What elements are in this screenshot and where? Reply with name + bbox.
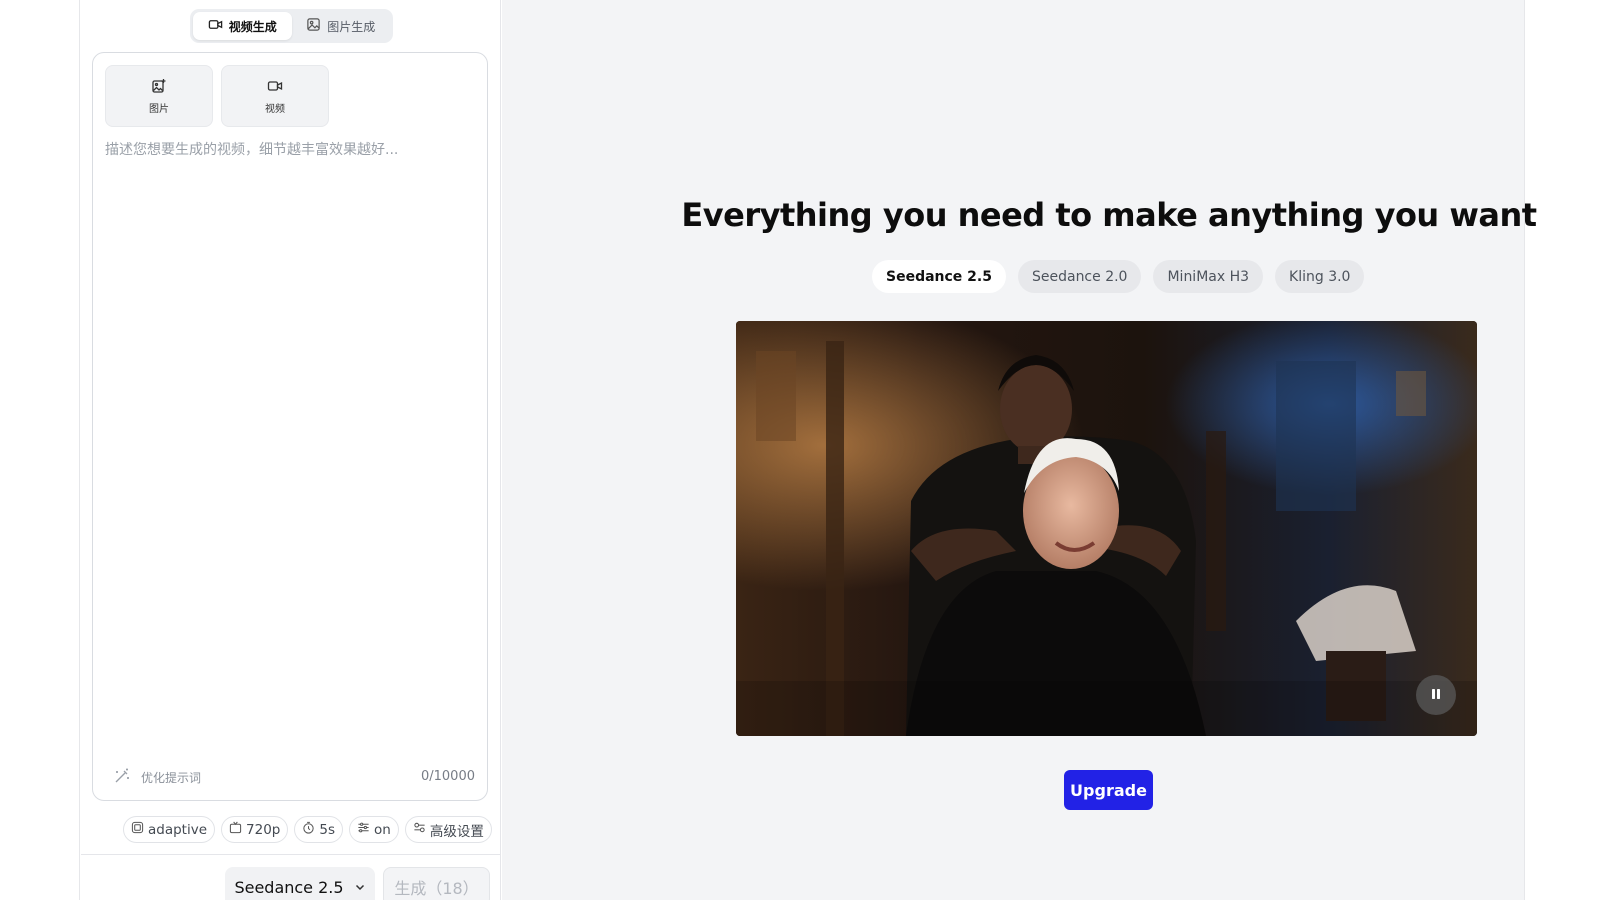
add-image-icon (151, 78, 167, 97)
upgrade-button[interactable]: Upgrade (1064, 770, 1153, 810)
tab-video-generation-label: 视频生成 (228, 19, 277, 34)
video-camera-icon (267, 78, 283, 97)
aspect-ratio-icon (131, 821, 144, 838)
audio-toggle-value: on (374, 821, 391, 838)
tab-image-generation-label: 图片生成 (327, 19, 376, 34)
model-tab-seedance-2-5[interactable]: Seedance 2.5 (872, 260, 1006, 293)
resolution-chip[interactable]: 720p (221, 816, 289, 843)
audio-toggle-chip[interactable]: on (349, 816, 399, 843)
model-tabs: Seedance 2.5 Seedance 2.0 MiniMax H3 Kli… (872, 260, 1365, 293)
aspect-ratio-value: adaptive (148, 821, 208, 838)
left-gutter (0, 0, 80, 900)
model-tab-seedance-2-0[interactable]: Seedance 2.0 (1017, 260, 1142, 293)
bottom-bar: Seedance 2.5 生成（18） (81, 854, 501, 900)
upload-video-label: 视频 (265, 103, 285, 115)
char-counter: 0/10000 (420, 769, 475, 784)
prompt-input[interactable] (105, 139, 475, 719)
hero-title: Everything you need to make anything you… (681, 196, 1537, 234)
image-icon (306, 17, 321, 35)
timer-icon (302, 821, 315, 838)
model-tab-kling-3-0[interactable]: Kling 3.0 (1275, 260, 1365, 293)
upload-row: 图片 视频 (105, 65, 329, 127)
optimize-prompt-button[interactable]: 优化提示词 (113, 767, 201, 788)
generation-panel: 视频生成 图片生成 图片 视频 描述您想要生成的视频，细节越丰富效果越好... … (81, 0, 501, 900)
video-frame-image (736, 321, 1477, 736)
prompt-card: 图片 视频 优化提示词 0/10000 (92, 52, 488, 801)
model-select[interactable]: Seedance 2.5 (225, 867, 375, 900)
showcase-video[interactable] (736, 321, 1477, 736)
optimize-prompt-label: 优化提示词 (141, 771, 202, 785)
pause-button[interactable] (1416, 675, 1456, 715)
sliders-icon (357, 821, 370, 838)
settings-row: adaptive 720p 5s on 高级设置 (123, 816, 492, 843)
video-camera-icon (208, 17, 223, 35)
magic-wand-icon (113, 767, 131, 788)
chevron-down-icon (354, 878, 366, 897)
duration-value: 5s (319, 821, 335, 838)
upload-image-label: 图片 (149, 103, 169, 115)
showcase-area: Everything you need to make anything you… (502, 0, 1537, 900)
resolution-value: 720p (246, 821, 281, 838)
advanced-settings-icon (413, 821, 426, 838)
tab-video-generation[interactable]: 视频生成 (193, 12, 292, 40)
upload-image-button[interactable]: 图片 (105, 65, 213, 127)
advanced-settings-chip[interactable]: 高级设置 (404, 816, 492, 843)
mode-switch: 视频生成 图片生成 (190, 9, 393, 43)
model-tab-minimax-h3[interactable]: MiniMax H3 (1153, 260, 1264, 293)
generate-button[interactable]: 生成（18） (383, 867, 490, 900)
pause-icon (1429, 686, 1443, 705)
tab-image-generation[interactable]: 图片生成 (292, 12, 391, 40)
tv-icon (229, 821, 242, 838)
aspect-ratio-chip[interactable]: adaptive (123, 816, 216, 843)
duration-chip[interactable]: 5s (294, 816, 343, 843)
upload-video-button[interactable]: 视频 (221, 65, 329, 127)
advanced-settings-label: 高级设置 (429, 823, 484, 840)
model-select-value: Seedance 2.5 (234, 877, 344, 897)
right-gutter (1524, 0, 1600, 900)
